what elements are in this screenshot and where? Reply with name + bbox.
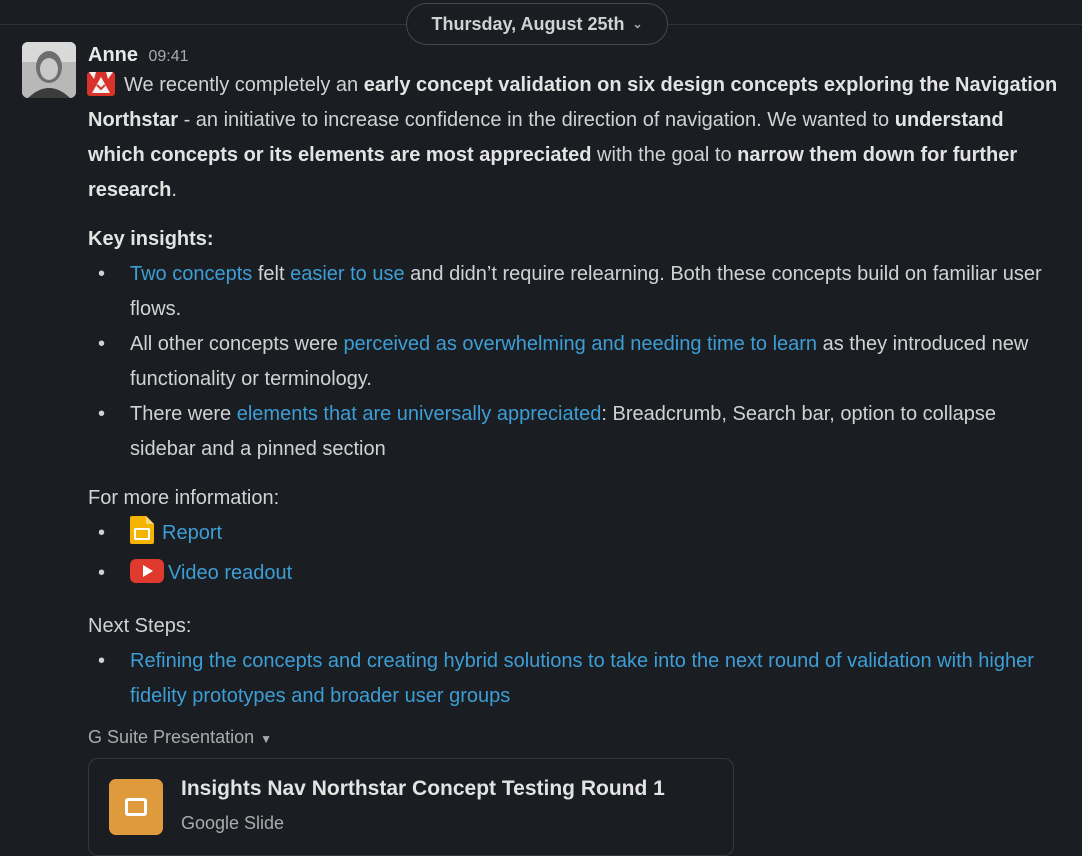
list-item: All other concepts were perceived as ove…: [88, 327, 1063, 397]
list-item: Refining the concepts and creating hybri…: [88, 644, 1063, 714]
avatar[interactable]: [22, 42, 76, 98]
more-info-list: Report Video readout: [88, 516, 1063, 595]
message: Anne 09:41 We recently completely an ear…: [86, 42, 1063, 856]
attachment-subtitle: Google Slide: [181, 813, 285, 833]
attachment-title[interactable]: Insights Nav Northstar Concept Testing R…: [181, 777, 665, 801]
google-slides-icon: [109, 779, 163, 835]
attachment-section-toggle[interactable]: G Suite Presentation ▼: [88, 718, 1063, 756]
list-item: Report: [88, 516, 1063, 556]
report-link[interactable]: Report: [162, 522, 222, 544]
video-readout-link[interactable]: Video readout: [168, 562, 292, 584]
attachment-card[interactable]: Insights Nav Northstar Concept Testing R…: [88, 758, 734, 856]
youtube-icon: [130, 559, 164, 595]
intro-text-3: with the goal to: [591, 144, 738, 166]
fox-emoji-icon: [86, 69, 116, 97]
google-slides-icon: [130, 516, 154, 556]
intro-paragraph: We recently completely an early concept …: [86, 68, 1063, 208]
message-body: We recently completely an early concept …: [86, 68, 1063, 714]
intro-text-1: We recently completely an: [124, 74, 364, 96]
caret-down-icon: ▼: [260, 732, 272, 746]
link[interactable]: Refining the concepts and creating hybri…: [130, 650, 1034, 707]
link[interactable]: easier to use: [290, 263, 405, 285]
author-name[interactable]: Anne: [88, 44, 138, 66]
attachment-section-label: G Suite Presentation: [88, 727, 255, 747]
list-item: There were elements that are universally…: [88, 397, 1063, 467]
key-insights-title: Key insights:: [88, 228, 214, 250]
chevron-down-icon: ⌄: [632, 17, 643, 31]
link[interactable]: Two concepts: [130, 263, 252, 285]
next-steps-title: Next Steps:: [88, 615, 192, 637]
next-steps-list: Refining the concepts and creating hybri…: [88, 644, 1063, 714]
list-item: Video readout: [88, 556, 1063, 595]
intro-text-4: .: [171, 179, 177, 201]
intro-text-2: - an initiative to increase confidence i…: [178, 109, 895, 131]
more-info-title: For more information:: [88, 487, 280, 509]
link[interactable]: perceived as overwhelming and needing ti…: [343, 333, 817, 355]
list-item: Two concepts felt easier to use and didn…: [88, 257, 1063, 327]
date-label: Thursday, August 25th: [431, 13, 625, 34]
key-insights-list: Two concepts felt easier to use and didn…: [88, 257, 1063, 467]
date-divider-button[interactable]: Thursday, August 25th ⌄: [406, 3, 668, 45]
link[interactable]: elements that are universally appreciate…: [237, 403, 602, 425]
timestamp[interactable]: 09:41: [148, 48, 188, 65]
